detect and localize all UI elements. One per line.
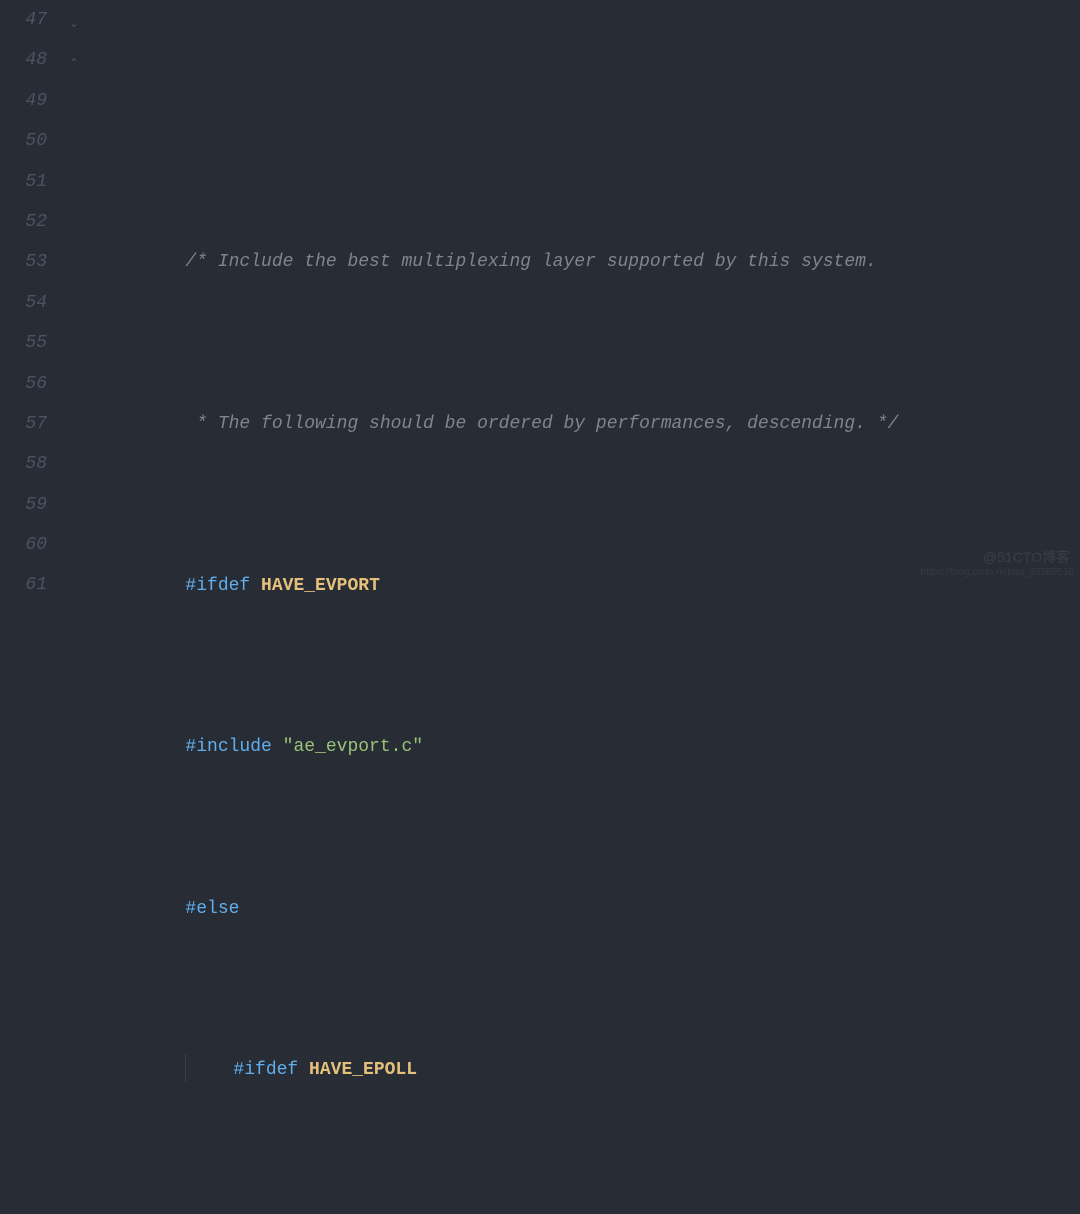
line-number: 51 bbox=[0, 162, 47, 202]
line-number: 53 bbox=[0, 242, 47, 282]
line-number: 54 bbox=[0, 283, 47, 323]
line-number: 59 bbox=[0, 485, 47, 525]
fold-close-icon[interactable]: ⌃ bbox=[68, 44, 80, 84]
preproc-directive: #else bbox=[185, 899, 239, 919]
code-line[interactable]: #include "ae_evport.c" bbox=[99, 687, 1080, 727]
line-number: 47 bbox=[0, 0, 47, 40]
code-area[interactable]: /* Include the best multiplexing layer s… bbox=[65, 0, 1080, 607]
line-number: 56 bbox=[0, 364, 47, 404]
comment-text: * The following should be ordered by per… bbox=[185, 414, 898, 434]
code-line[interactable]: /* Include the best multiplexing layer s… bbox=[99, 202, 1080, 242]
code-line[interactable]: * The following should be ordered by per… bbox=[99, 364, 1080, 404]
line-number: 48 bbox=[0, 40, 47, 80]
line-number: 52 bbox=[0, 202, 47, 242]
preproc-directive: #ifdef bbox=[233, 1060, 309, 1080]
line-number: 61 bbox=[0, 565, 47, 605]
macro-name: HAVE_EPOLL bbox=[309, 1060, 417, 1080]
watermark-url: https://blog.csdn.net/qq_33589510 bbox=[921, 553, 1074, 593]
preproc-directive: #ifdef bbox=[185, 576, 261, 596]
macro-name: HAVE_EVPORT bbox=[261, 576, 380, 596]
line-number-gutter: 47 48 49 50 51 52 53 54 55 56 57 58 59 6… bbox=[0, 0, 65, 607]
line-number: 57 bbox=[0, 404, 47, 444]
preproc-directive: #include bbox=[185, 737, 282, 757]
line-number: 58 bbox=[0, 444, 47, 484]
line-number: 55 bbox=[0, 323, 47, 363]
fold-open-icon[interactable]: ⌄ bbox=[68, 4, 80, 44]
line-number: 60 bbox=[0, 525, 47, 565]
code-editor: 47 48 49 50 51 52 53 54 55 56 57 58 59 6… bbox=[0, 0, 1080, 607]
code-line[interactable]: #else bbox=[99, 848, 1080, 888]
line-number: 49 bbox=[0, 81, 47, 121]
line-number: 50 bbox=[0, 121, 47, 161]
comment-text: /* Include the best multiplexing layer s… bbox=[185, 252, 876, 272]
code-line[interactable]: #include "ae_epoll.c" bbox=[99, 1172, 1080, 1212]
code-line[interactable]: #ifdef HAVE_EPOLL bbox=[99, 1010, 1080, 1050]
string-literal: "ae_evport.c" bbox=[283, 737, 423, 757]
